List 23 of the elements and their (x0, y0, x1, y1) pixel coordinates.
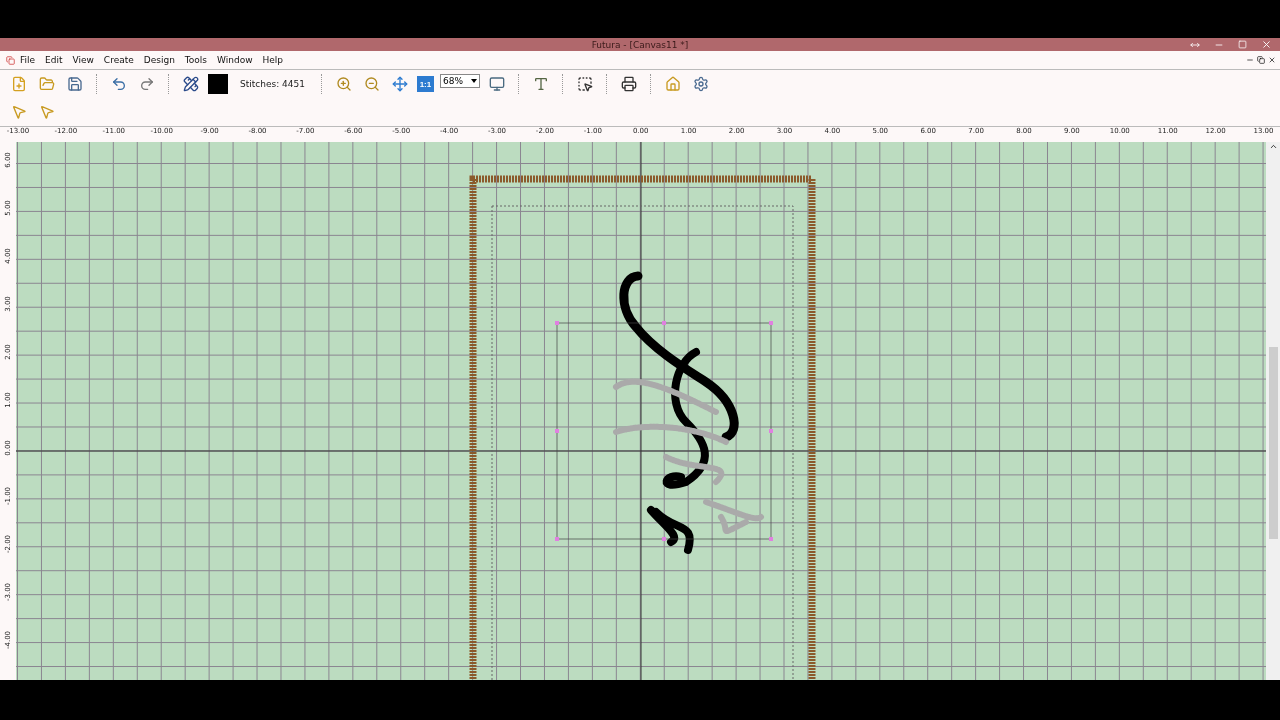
menu-item[interactable]: Help (257, 55, 289, 65)
menu-item[interactable]: View (67, 55, 99, 65)
stitch-count: Stitches: 4451 (240, 79, 305, 89)
dropdown-arrow-icon (470, 79, 477, 83)
menu-item[interactable]: Window (212, 55, 258, 65)
window-title: Futura - [Canvas11 *] (591, 39, 689, 50)
maximize-icon[interactable] (1238, 40, 1247, 49)
zoom-dropdown[interactable]: 68% (439, 74, 480, 88)
thread-color-swatch[interactable] (208, 74, 228, 94)
minimize-icon[interactable] (1246, 56, 1254, 64)
menu-item[interactable]: File (15, 55, 41, 65)
menu-item[interactable]: Edit (40, 55, 68, 65)
scroll-up-icon[interactable] (1268, 142, 1278, 151)
vertical-scrollbar[interactable] (1266, 142, 1280, 680)
menu-item[interactable]: Tools (179, 55, 212, 65)
restore-icon[interactable] (1257, 56, 1265, 64)
scroll-thumb[interactable] (1268, 347, 1278, 539)
menu-item[interactable]: Create (98, 55, 139, 65)
actual-size-button[interactable]: 1:1 (416, 76, 434, 92)
selection-frame[interactable] (555, 321, 773, 541)
close-icon[interactable] (1261, 39, 1272, 50)
close-icon[interactable] (1268, 56, 1276, 64)
menu-item[interactable]: Design (138, 55, 180, 65)
